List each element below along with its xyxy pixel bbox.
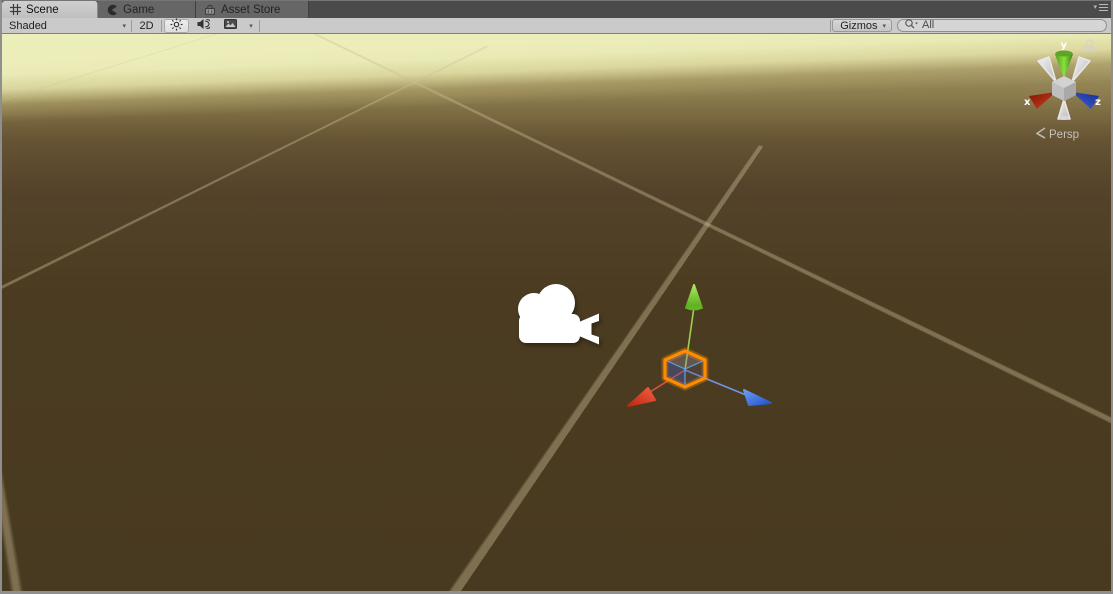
- axis-z-arrowhead[interactable]: [743, 389, 772, 406]
- audio-toggle-button[interactable]: [191, 18, 216, 33]
- tab-options-icon[interactable]: ▾: [1093, 2, 1108, 13]
- toolbar-separator: [830, 19, 832, 32]
- axis-y-cone[interactable]: [1055, 54, 1073, 79]
- chevron-down-icon: ▾: [122, 22, 126, 30]
- sun-icon: [170, 18, 183, 34]
- tab-game[interactable]: Game: [98, 1, 196, 18]
- tab-bar: Scene Game Asset Store ▾: [2, 1, 1111, 18]
- speaker-icon: [197, 18, 213, 33]
- tab-label: Scene: [26, 3, 59, 16]
- scene-toolbar: Shaded ▾ 2D ▾ Gizmos ▾ All: [2, 18, 1111, 34]
- transform-gizmo[interactable]: [604, 279, 776, 414]
- scene-viewport[interactable]: y x z Persp: [2, 34, 1111, 591]
- toolbar-separator: [259, 19, 260, 32]
- chevron-down-icon: ▾: [249, 22, 253, 30]
- toggle-2d-button[interactable]: 2D: [134, 19, 159, 33]
- lighting-toggle-button[interactable]: [164, 18, 189, 34]
- axis-y-arrowhead[interactable]: [685, 284, 703, 309]
- game-icon: [106, 4, 118, 16]
- search-value: All: [922, 19, 935, 31]
- axis-z-label: z: [1095, 97, 1101, 108]
- toolbar-separator: [131, 19, 132, 32]
- persp-chevron-icon: [1035, 126, 1046, 143]
- effects-toggle-button[interactable]: [218, 19, 243, 33]
- tab-asset-store[interactable]: Asset Store: [196, 1, 309, 18]
- shading-mode-value: Shaded: [9, 19, 47, 32]
- chevron-down-icon: ▾: [882, 22, 886, 30]
- toolbar-separator: [161, 19, 162, 32]
- shading-mode-dropdown[interactable]: Shaded ▾: [2, 18, 130, 33]
- image-icon: [224, 19, 237, 32]
- selected-object-cube[interactable]: [661, 347, 709, 391]
- free-axis-cone[interactable]: [1037, 56, 1057, 83]
- lock-icon[interactable]: [1084, 39, 1095, 52]
- unity-editor-window: Scene Game Asset Store ▾ Shaded ▾ 2D ▾ G…: [0, 0, 1113, 594]
- effects-dropdown-button[interactable]: ▾: [245, 19, 257, 33]
- toggle-2d-label: 2D: [139, 19, 154, 32]
- axis-x-cone[interactable]: [1029, 92, 1056, 109]
- tab-scene[interactable]: Scene: [2, 1, 98, 18]
- search-icon: [904, 18, 920, 33]
- tab-label: Game: [123, 3, 155, 16]
- gizmos-dropdown[interactable]: Gizmos ▾: [832, 19, 892, 32]
- search-field[interactable]: All: [897, 19, 1107, 32]
- tab-label: Asset Store: [221, 3, 281, 16]
- camera-gizmo-icon[interactable]: [507, 284, 612, 359]
- scene-grid-icon: [10, 4, 21, 15]
- asset-store-icon: [204, 4, 216, 16]
- axis-y-label: y: [1061, 40, 1068, 51]
- projection-toggle[interactable]: Persp: [1035, 126, 1080, 143]
- free-axis-cone[interactable]: [1071, 56, 1091, 83]
- gizmos-label: Gizmos: [840, 19, 878, 32]
- projection-label: Persp: [1049, 128, 1080, 141]
- axis-x-label: x: [1024, 97, 1031, 108]
